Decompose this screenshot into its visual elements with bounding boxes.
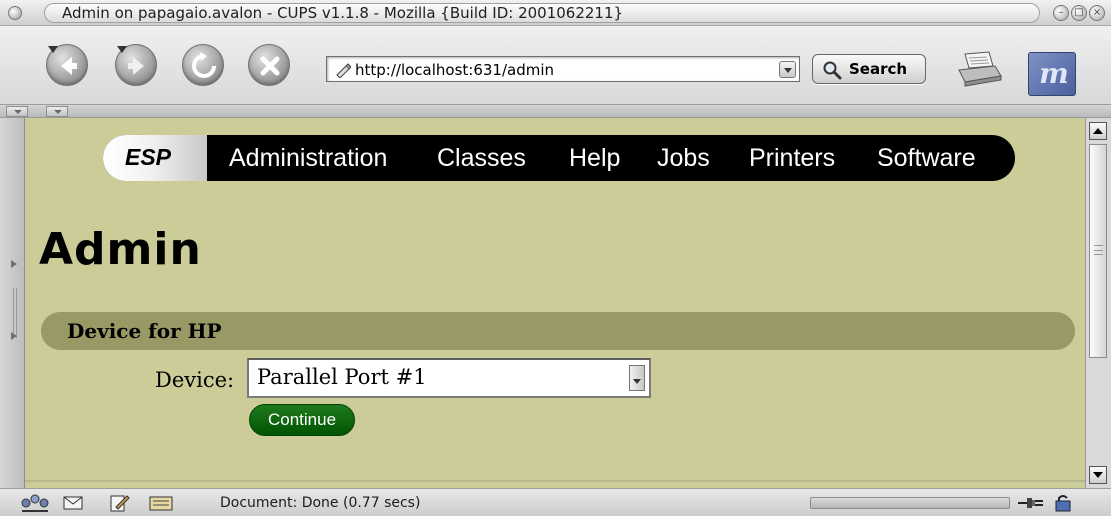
mozilla-logo-glyph: m xyxy=(1039,57,1069,90)
window-close-icon[interactable]: × xyxy=(1089,5,1105,21)
url-bar[interactable]: http://localhost:631/admin xyxy=(326,56,800,82)
chevron-down-icon[interactable] xyxy=(629,365,645,391)
page-divider xyxy=(25,480,1085,482)
collapse-nav-toolbar-grippy[interactable] xyxy=(6,106,28,117)
stop-button[interactable] xyxy=(248,44,290,86)
security-lock-icon[interactable] xyxy=(1054,494,1072,512)
status-text: Document: Done (0.77 secs) xyxy=(220,495,421,511)
toolbar-collapse-strip xyxy=(0,104,1111,118)
sidebar-open-arrow-icon[interactable] xyxy=(11,260,17,268)
progress-bar xyxy=(810,497,1010,509)
page-content: ESP Administration Classes Help Jobs Pri… xyxy=(25,118,1085,488)
section-title: Device for HP xyxy=(67,319,222,343)
print-icon[interactable] xyxy=(955,50,1005,90)
device-select[interactable]: Parallel Port #1 xyxy=(247,358,651,398)
url-history-dropdown-icon[interactable] xyxy=(779,61,796,78)
page-title: Admin xyxy=(39,224,202,275)
search-button[interactable]: Search xyxy=(812,54,926,84)
mail-icon[interactable] xyxy=(62,493,84,513)
window-title: Admin on papagaio.avalon - CUPS v1.1.8 -… xyxy=(62,4,624,22)
online-plug-icon[interactable] xyxy=(1017,495,1045,511)
navigator-icon[interactable] xyxy=(20,493,50,513)
device-selected-value[interactable]: Parallel Port #1 xyxy=(257,365,427,389)
nav-link-administration[interactable]: Administration xyxy=(229,144,387,173)
window-maximize-icon[interactable]: □ xyxy=(1071,5,1087,21)
address-book-icon[interactable] xyxy=(148,493,174,513)
composer-icon[interactable] xyxy=(108,493,130,513)
nav-link-classes[interactable]: Classes xyxy=(437,144,526,173)
continue-label: Continue xyxy=(267,410,337,429)
collapse-personal-toolbar-grippy[interactable] xyxy=(46,106,68,117)
status-bar: Document: Done (0.77 secs) xyxy=(0,488,1111,516)
nav-link-jobs[interactable]: Jobs xyxy=(657,144,710,173)
url-text[interactable]: http://localhost:631/admin xyxy=(355,61,554,79)
sidebar-open-arrow-icon-2[interactable] xyxy=(11,332,17,340)
nav-link-help[interactable]: Help xyxy=(569,144,620,173)
section-header-bar: Device for HP xyxy=(41,312,1075,350)
sidebar-splitter[interactable] xyxy=(0,118,25,488)
search-label: Search xyxy=(849,60,908,78)
forward-button[interactable] xyxy=(115,44,157,86)
cups-navbar: ESP Administration Classes Help Jobs Pri… xyxy=(103,135,1015,181)
window-minimize-icon[interactable]: – xyxy=(1053,5,1069,21)
reload-icon xyxy=(192,52,216,78)
navigation-toolbar: http://localhost:631/admin Search m xyxy=(0,26,1111,104)
continue-button[interactable]: Continue xyxy=(249,404,355,436)
mozilla-logo[interactable]: m xyxy=(1028,52,1076,96)
bookmark-page-icon[interactable] xyxy=(335,62,351,78)
esp-brand[interactable]: ESP xyxy=(125,144,171,171)
device-label: Device: xyxy=(155,368,235,392)
scrollbar-thumb[interactable] xyxy=(1089,144,1107,358)
vertical-scrollbar[interactable] xyxy=(1085,118,1111,488)
nav-link-printers[interactable]: Printers xyxy=(749,144,835,173)
window-titlebar: Admin on papagaio.avalon - CUPS v1.1.8 -… xyxy=(0,0,1111,26)
scroll-down-arrow-icon[interactable] xyxy=(1089,466,1107,484)
back-button[interactable] xyxy=(46,44,88,86)
sidebar-grip[interactable] xyxy=(13,288,17,338)
reload-button[interactable] xyxy=(182,44,224,86)
scrollbar-thumb-grip xyxy=(1094,245,1103,255)
window-menu-icon[interactable] xyxy=(8,6,22,20)
stop-icon xyxy=(260,56,280,76)
search-icon xyxy=(823,61,842,80)
scroll-up-arrow-icon[interactable] xyxy=(1089,122,1107,140)
back-dropdown-icon[interactable] xyxy=(47,45,59,54)
forward-dropdown-icon[interactable] xyxy=(116,45,128,54)
esp-tab[interactable]: ESP xyxy=(103,135,207,181)
nav-link-software[interactable]: Software xyxy=(877,144,976,173)
